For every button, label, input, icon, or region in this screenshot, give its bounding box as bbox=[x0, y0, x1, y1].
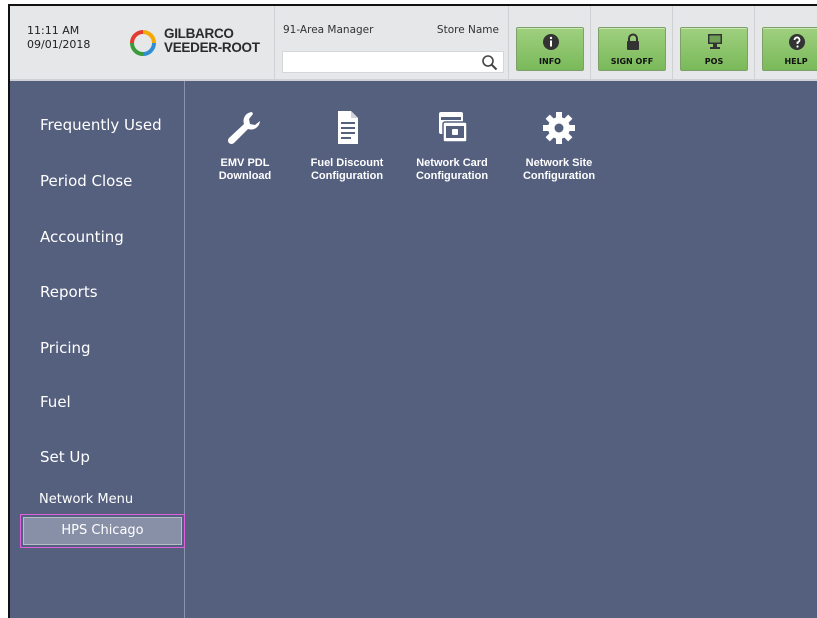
tile-network-card-configuration[interactable]: Network Card Configuration bbox=[397, 109, 507, 183]
info-button[interactable]: INFO bbox=[516, 27, 584, 71]
gear-icon bbox=[543, 112, 575, 144]
sidebar-item-period-close[interactable]: Period Close bbox=[40, 172, 132, 190]
tile-label-line-2: Download bbox=[218, 170, 272, 182]
sign-off-button[interactable]: SIGN OFF bbox=[598, 27, 666, 71]
tile-label-line-1: EMV PDL bbox=[220, 157, 270, 169]
tile-label-line-2: Configuration bbox=[522, 170, 596, 182]
logo-line-1: GILBARCO bbox=[164, 26, 234, 41]
sidebar-subitem-label: HPS Chicago bbox=[23, 517, 182, 545]
sidebar-item-pricing[interactable]: Pricing bbox=[40, 339, 91, 357]
sign-off-button-label: SIGN OFF bbox=[610, 57, 654, 66]
info-button-cell: INFO bbox=[508, 6, 590, 79]
tile-label: Fuel Discount Configuration bbox=[292, 157, 402, 183]
info-icon bbox=[543, 34, 559, 50]
store-name: Store Name bbox=[436, 24, 499, 36]
sidebar-subitem-hps-chicago[interactable]: HPS Chicago bbox=[20, 514, 185, 548]
help-button-cell: HELP bbox=[754, 6, 817, 79]
header-bar: 11:11 AM 09/01/2018 GILBARCO VEEDER-ROOT… bbox=[10, 6, 817, 81]
search-box[interactable] bbox=[282, 51, 504, 73]
sign-off-button-cell: SIGN OFF bbox=[590, 6, 672, 79]
company-logo: GILBARCO VEEDER-ROOT bbox=[128, 26, 288, 62]
pos-button-cell: POS bbox=[672, 6, 754, 79]
clock-time: 11:11 AM bbox=[27, 24, 80, 37]
search-input[interactable] bbox=[285, 53, 475, 71]
card-window-icon bbox=[439, 112, 468, 143]
app-window: 11:11 AM 09/01/2018 GILBARCO VEEDER-ROOT… bbox=[8, 4, 817, 618]
sidebar-item-fuel[interactable]: Fuel bbox=[40, 393, 71, 411]
tile-label-line-1: Network Card bbox=[416, 157, 488, 169]
tile-label-line-2: Configuration bbox=[415, 170, 489, 182]
user-name: 91-Area Manager bbox=[283, 24, 374, 36]
user-store-panel: 91-Area Manager Store Name bbox=[274, 6, 508, 79]
sidebar-item-frequently-used[interactable]: Frequently Used bbox=[40, 116, 162, 134]
help-icon bbox=[789, 34, 805, 50]
logo-line-2: VEEDER-ROOT bbox=[164, 40, 260, 55]
tile-fuel-discount-configuration[interactable]: Fuel Discount Configuration bbox=[292, 109, 402, 183]
help-button-label: HELP bbox=[784, 57, 808, 66]
info-button-label: INFO bbox=[539, 57, 561, 66]
tile-label-line-2: Configuration bbox=[310, 170, 384, 182]
wrench-icon bbox=[227, 112, 260, 145]
monitor-icon bbox=[708, 34, 722, 49]
document-icon bbox=[338, 111, 358, 144]
help-button[interactable]: HELP bbox=[762, 27, 817, 71]
tile-network-site-configuration[interactable]: Network Site Configuration bbox=[504, 109, 614, 183]
pos-button[interactable]: POS bbox=[680, 27, 748, 71]
logo-ring-icon bbox=[130, 30, 156, 56]
tile-label-line-1: Network Site bbox=[525, 157, 593, 169]
date-time: 11:11 AM 09/01/2018 bbox=[27, 24, 90, 52]
sidebar-subitem-network-menu[interactable]: Network Menu bbox=[39, 492, 133, 507]
tile-label: Network Site Configuration bbox=[504, 157, 614, 183]
tile-label-line-1: Fuel Discount bbox=[310, 157, 384, 169]
sidebar-item-accounting[interactable]: Accounting bbox=[40, 228, 124, 246]
search-icon[interactable] bbox=[481, 54, 499, 72]
current-date: 09/01/2018 bbox=[27, 38, 91, 51]
tile-label: EMV PDL Download bbox=[190, 157, 300, 183]
pos-button-label: POS bbox=[704, 57, 724, 66]
lock-icon bbox=[627, 33, 639, 50]
sidebar-item-set-up[interactable]: Set Up bbox=[40, 448, 90, 466]
tile-emv-pdl-download[interactable]: EMV PDL Download bbox=[190, 109, 300, 183]
sidebar-nav: Frequently Used Period Close Accounting … bbox=[10, 81, 185, 618]
logo-text: GILBARCO VEEDER-ROOT bbox=[164, 27, 260, 55]
tile-label: Network Card Configuration bbox=[397, 157, 507, 183]
sidebar-item-reports[interactable]: Reports bbox=[40, 283, 98, 301]
